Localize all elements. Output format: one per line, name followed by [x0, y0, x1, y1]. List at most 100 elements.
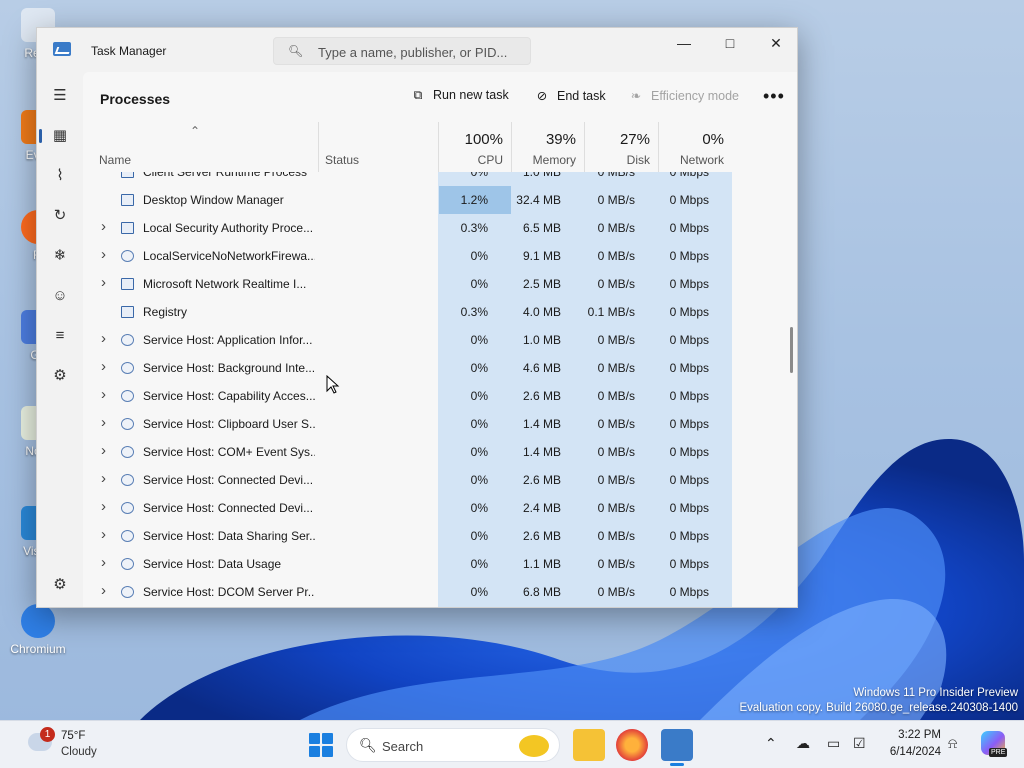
expand-chevron-icon[interactable]: ›: [101, 526, 106, 543]
display-icon[interactable]: ▭: [827, 735, 840, 752]
column-status[interactable]: Status: [318, 122, 438, 172]
start-button[interactable]: [309, 733, 333, 757]
process-name: Service Host: Data Usage: [143, 557, 282, 571]
process-row[interactable]: › Service Host: Connected Devi... 0% 2.4 MB…: [83, 494, 783, 522]
title-bar[interactable]: Task Manager 🔍︎ Type a name, publisher, …: [37, 28, 797, 72]
hamburger-glyph: ☰: [53, 87, 67, 104]
end-task-icon: ⊘: [536, 89, 548, 103]
windows-logo-tile: [322, 746, 333, 757]
expand-chevron-icon[interactable]: ›: [101, 386, 106, 403]
column-cpu[interactable]: 100% CPU: [438, 122, 511, 172]
nav-settings[interactable]: ⚙: [45, 570, 75, 600]
process-memory-value: 2.4 MB: [522, 501, 561, 515]
process-name: Registry: [143, 305, 188, 319]
nav-users[interactable]: ☺: [45, 281, 75, 311]
process-row[interactable]: › Service Host: Capability Acces... 0% 2.6 …: [83, 382, 783, 410]
expand-chevron-icon[interactable]: ›: [101, 582, 106, 599]
column-memory[interactable]: 39% Memory: [511, 122, 584, 172]
process-network-value: 0 Mbps: [669, 333, 709, 347]
process-name: Service Host: Data Sharing Ser...: [143, 529, 315, 543]
process-memory-value: 2.6 MB: [522, 473, 561, 487]
run-new-task-button[interactable]: ⧉ Run new task: [409, 88, 509, 108]
file-explorer-icon[interactable]: [573, 729, 605, 761]
chromium-icon: [21, 604, 55, 638]
process-row[interactable]: Client Server Runtime Process 0% 1.0 MB 0 M…: [83, 172, 783, 186]
nav-performance[interactable]: ⌇: [45, 161, 75, 191]
chevron-up-icon[interactable]: ⌃: [765, 735, 777, 752]
maximize-button[interactable]: □: [707, 28, 753, 58]
process-row[interactable]: › Service Host: DCOM Server Pr... 0% 6.8 MB…: [83, 578, 783, 606]
process-disk-value: 0 MB/s: [597, 361, 635, 375]
process-name: Microsoft Network Realtime I...: [143, 277, 307, 291]
hamburger-icon[interactable]: ☰: [45, 81, 75, 111]
process-name: Service Host: Capability Acces...: [143, 389, 315, 403]
search-highlight-icon: [519, 735, 549, 757]
process-row[interactable]: › LocalServiceNoNetworkFirewa... 0% 9.1 MB 0…: [83, 242, 783, 270]
process-network-value: 0 Mbps: [669, 417, 709, 431]
efficiency-mode-button[interactable]: ❧ Efficiency mode: [627, 88, 739, 108]
notification-bell-icon[interactable]: ⍾: [948, 735, 957, 752]
clock-time[interactable]: 3:22 PM: [895, 729, 941, 741]
process-row[interactable]: Registry 0.3% 4.0 MB 0.1 MB/s 0 Mbps: [83, 298, 783, 326]
details-icon: ≡: [55, 327, 65, 344]
process-memory-value: 1.0 MB: [522, 172, 561, 179]
firefox-icon[interactable]: [616, 729, 648, 761]
nav-services[interactable]: ⚙: [45, 361, 75, 391]
column-cpu-label: CPU: [477, 153, 503, 167]
taskbar-search-box[interactable]: 🔍︎ Search: [346, 728, 560, 762]
process-row[interactable]: › Local Security Authority Proce... 0.3% 6.…: [83, 214, 783, 242]
service-gear-icon: [121, 558, 134, 570]
weather-temperature: 75°F: [61, 730, 86, 742]
nav-app-history[interactable]: ↻: [45, 201, 75, 231]
process-name: Service Host: Background Inte...: [143, 361, 315, 375]
expand-chevron-icon[interactable]: ›: [101, 414, 106, 431]
expand-chevron-icon[interactable]: ›: [101, 218, 106, 235]
onedrive-icon[interactable]: ☁: [796, 735, 810, 752]
nav-details[interactable]: ≡: [45, 321, 75, 351]
process-row[interactable]: › Service Host: Application Infor... 0% 1.0…: [83, 326, 783, 354]
expand-chevron-icon[interactable]: ›: [101, 554, 106, 571]
close-button[interactable]: ✕: [753, 28, 797, 58]
process-row[interactable]: › Microsoft Network Realtime I... 0% 2.5 MB…: [83, 270, 783, 298]
services-icon: ⚙: [53, 367, 67, 384]
expand-chevron-icon[interactable]: ›: [101, 330, 106, 347]
expand-chevron-icon[interactable]: ›: [101, 274, 106, 291]
column-name[interactable]: Name: [83, 122, 318, 172]
process-row[interactable]: › Service Host: COM+ Event Sys... 0% 1.4 MB…: [83, 438, 783, 466]
scrollbar-thumb[interactable]: [790, 327, 793, 373]
column-network[interactable]: 0% Network: [658, 122, 732, 172]
expand-chevron-icon[interactable]: ›: [101, 470, 106, 487]
task-manager-taskbar-icon[interactable]: [661, 729, 693, 766]
expand-chevron-icon[interactable]: ›: [101, 246, 106, 263]
process-row[interactable]: › Service Host: Background Inte... 0% 4.6 M…: [83, 354, 783, 382]
weather-widget[interactable]: 1 75°F Cloudy: [10, 721, 110, 768]
column-disk[interactable]: 27% Disk: [584, 122, 658, 172]
network-icon[interactable]: ☑: [853, 735, 866, 752]
process-row[interactable]: › Service Host: Data Sharing Ser... 0% 2.6 …: [83, 522, 783, 550]
service-gear-icon: [121, 502, 134, 514]
process-row[interactable]: › Service Host: Clipboard User S... 0% 1.4 …: [83, 410, 783, 438]
expand-chevron-icon[interactable]: ›: [101, 442, 106, 459]
process-network-value: 0 Mbps: [669, 501, 709, 515]
process-disk-value: 0 MB/s: [597, 333, 635, 347]
nav-processes[interactable]: ▦: [39, 121, 75, 151]
process-row[interactable]: › Service Host: Data Usage 0% 1.1 MB 0 MB/s 0…: [83, 550, 783, 578]
process-network-value: 0 Mbps: [669, 361, 709, 375]
desktop-icon-chromium[interactable]: Chromium: [6, 604, 70, 656]
process-name: Service Host: DCOM Server Pr...: [143, 585, 315, 599]
more-options-button[interactable]: •••: [763, 86, 785, 107]
clock-date[interactable]: 6/14/2024: [876, 746, 941, 758]
expand-chevron-icon[interactable]: ›: [101, 358, 106, 375]
expand-chevron-icon[interactable]: ›: [101, 498, 106, 515]
process-row[interactable]: › Service Host: Connected Devi... 0% 2.6 MB…: [83, 466, 783, 494]
process-network-value: 0 Mbps: [669, 585, 709, 599]
vertical-scrollbar[interactable]: [790, 177, 795, 603]
nav-startup-apps[interactable]: ❄: [45, 241, 75, 271]
end-task-button[interactable]: ⊘ End task: [533, 88, 606, 108]
minimize-button[interactable]: —: [661, 28, 707, 58]
process-network-value: 0 Mbps: [669, 193, 709, 207]
network-total: 0%: [702, 131, 724, 148]
process-row[interactable]: Desktop Window Manager 1.2% 32.4 MB 0 MB/s 0…: [83, 186, 783, 214]
process-memory-value: 9.1 MB: [522, 249, 561, 263]
process-search-box[interactable]: 🔍︎ Type a name, publisher, or PID...: [273, 37, 531, 65]
